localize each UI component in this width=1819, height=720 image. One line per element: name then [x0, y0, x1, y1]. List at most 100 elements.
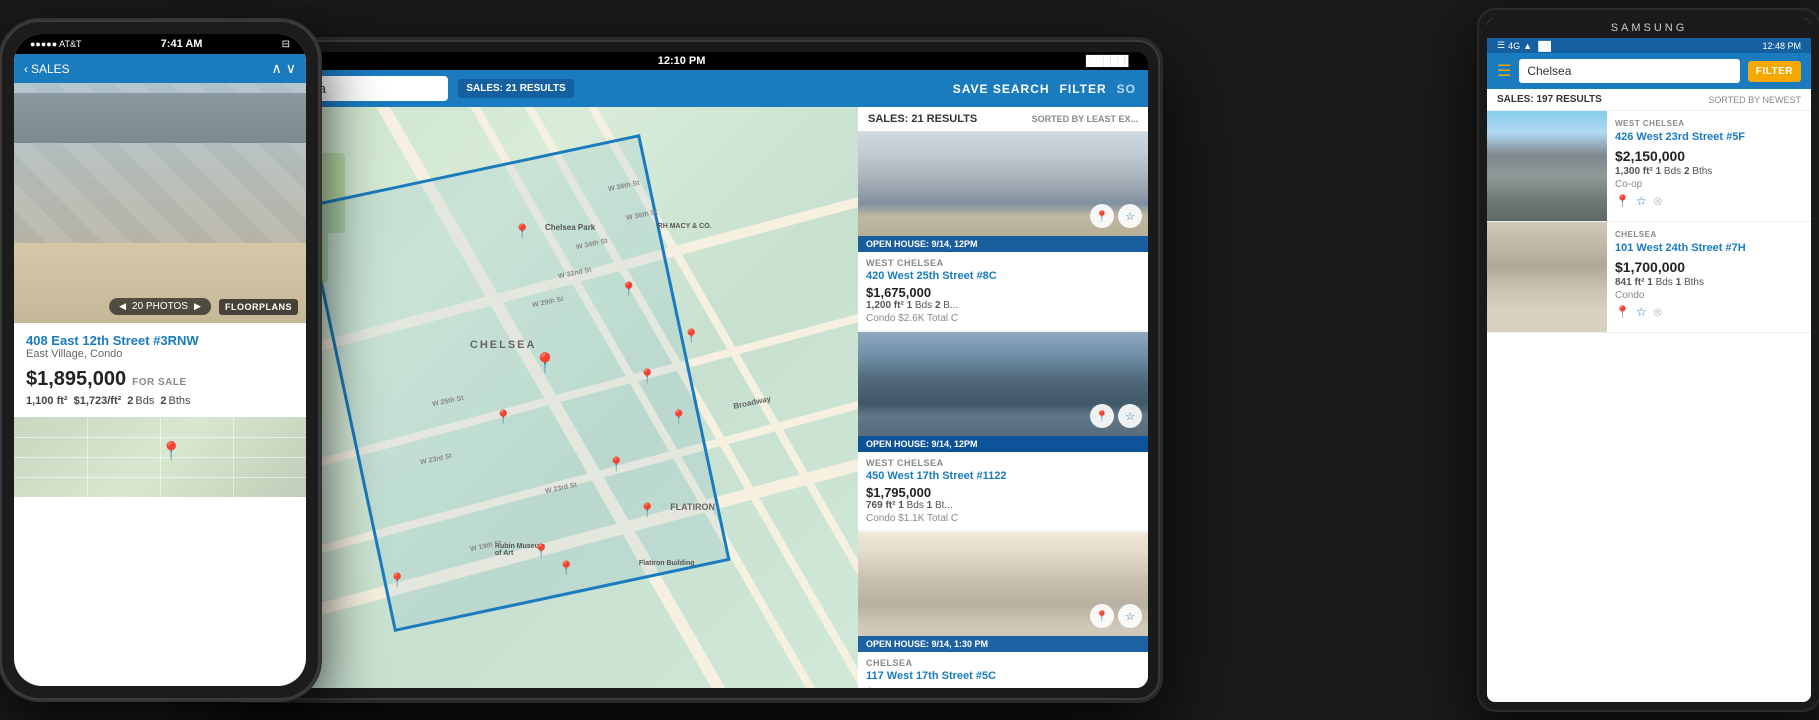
android-filter-button[interactable]: FILTER [1748, 61, 1801, 82]
android-card-actions: 📍 ☆ ⊗ [1615, 305, 1803, 319]
map-pin-2[interactable]: 📍 [620, 281, 637, 298]
listings-results-count: SALES: 21 RESULTS [868, 113, 977, 125]
property-photo [858, 132, 1148, 252]
filter-button[interactable]: FILTER [1060, 82, 1107, 96]
nav-down-icon[interactable]: ∨ [286, 60, 296, 77]
android-search-input[interactable]: Chelsea [1519, 59, 1739, 83]
card-type: Condo $2.6K Total C [866, 313, 1140, 324]
map-pin-8[interactable]: 📍 [639, 502, 656, 519]
floorplan-badge[interactable]: FLOORPLANS [219, 299, 298, 315]
ipad-results-badge: SALES: 21 RESULTS [458, 79, 573, 98]
listing-card[interactable]: 📍 ☆ OPEN HOUSE: 9/14, 12PM WEST CHELSEA … [858, 132, 1148, 330]
android-pin-icon[interactable]: 📍 [1615, 194, 1630, 208]
photo-count-label: 20 PHOTOS [132, 301, 188, 312]
listings-sort-label: SORTED BY LEAST EX... [1032, 114, 1138, 124]
location-pin-button[interactable]: 📍 [1090, 604, 1114, 628]
listing-price: $1,895,000 [26, 368, 126, 391]
card-sqft: 1,200 ft² [866, 300, 904, 311]
android-time: 12:48 PM [1762, 41, 1801, 51]
save-button[interactable]: ☆ [1118, 604, 1142, 628]
map-pin-primary[interactable]: 📍 [160, 441, 182, 462]
android-specs: 1,300 ft² 1 Bds 2 Bths [1615, 166, 1803, 177]
listing-card-photo: 📍 ☆ OPEN HOUSE: 9/14, 12PM [858, 132, 1148, 252]
map-pin-1[interactable]: 📍 [514, 223, 531, 240]
open-house-badge: OPEN HOUSE: 9/14, 12PM [858, 436, 1148, 452]
property-photo [858, 532, 1148, 652]
bds-text: Bds [915, 300, 935, 311]
android-address[interactable]: 426 West 23rd Street #5F [1615, 130, 1803, 144]
kitchen-cabinets [14, 93, 306, 143]
map-pin-10[interactable]: 📍 [558, 560, 575, 577]
map-pin-selected[interactable]: 📍 [532, 351, 557, 376]
beds-value: 2 [127, 395, 133, 407]
android-listings: WEST CHELSEA 426 West 23rd Street #5F $2… [1487, 111, 1811, 702]
nav-back-label: SALES [31, 62, 70, 76]
location-pin-button[interactable]: 📍 [1090, 404, 1114, 428]
ipad-toolbar: ☰ Chelsea SALES: 21 RESULTS SAVE SEARCH … [232, 70, 1148, 107]
price-per-sqft-detail: $1,723/ft² [74, 395, 122, 407]
android-save-icon[interactable]: ☆ [1636, 305, 1647, 319]
android-listing-card[interactable]: WEST CHELSEA 426 West 23rd Street #5F $2… [1487, 111, 1811, 222]
save-button[interactable]: ☆ [1118, 404, 1142, 428]
listing-info: 408 East 12th Street #3RNW East Village,… [14, 323, 306, 417]
listing-card[interactable]: 📍 ☆ OPEN HOUSE: 9/14, 1:30 PM CHELSEA 11… [858, 532, 1148, 688]
card-baths: 1 [927, 500, 933, 511]
save-search-button[interactable]: SAVE SEARCH [953, 82, 1050, 96]
card-address[interactable]: 420 West 25th Street #8C [866, 270, 1140, 282]
android-card-info: WEST CHELSEA 426 West 23rd Street #5F $2… [1607, 111, 1811, 221]
android-neighborhood: WEST CHELSEA [1615, 119, 1803, 128]
map-pin-3[interactable]: 📍 [683, 328, 700, 345]
property-photo [858, 332, 1148, 452]
map-pin-5[interactable]: 📍 [670, 409, 687, 426]
save-button[interactable]: ☆ [1118, 204, 1142, 228]
baths-label: Bths [169, 395, 191, 407]
android-type: Co-op [1615, 179, 1803, 190]
photo-count-badge[interactable]: ◀ 20 PHOTOS ▶ [109, 298, 211, 315]
listing-card-info: WEST CHELSEA 420 West 25th Street #8C $1… [858, 252, 1148, 330]
map-pin-6[interactable]: 📍 [495, 409, 512, 426]
location-pin-button[interactable]: 📍 [1090, 204, 1114, 228]
android-listing-card[interactable]: CHELSEA 101 West 24th Street #7H $1,700,… [1487, 222, 1811, 333]
card-price: $1,795,000 [866, 485, 1140, 500]
card-address[interactable]: 450 West 17th Street #1122 [866, 470, 1140, 482]
card-neighborhood: CHELSEA [866, 658, 1140, 668]
android-remove-icon[interactable]: ⊗ [1653, 305, 1663, 319]
map-pin-7[interactable]: 📍 [608, 456, 625, 473]
listing-for-sale-label: FOR SALE [132, 377, 187, 388]
nav-arrows: ∧ ∨ [272, 60, 297, 77]
action-icons: 📍 ☆ [1090, 204, 1142, 228]
photo-next-icon[interactable]: ▶ [194, 301, 201, 312]
android-results-count: SALES: 197 RESULTS [1497, 94, 1602, 105]
android-address[interactable]: 101 West 24th Street #7H [1615, 241, 1803, 255]
photo-prev-icon[interactable]: ◀ [119, 301, 126, 312]
listing-card[interactable]: 📍 ☆ OPEN HOUSE: 9/14, 12PM WEST CHELSEA … [858, 332, 1148, 530]
android-save-icon[interactable]: ☆ [1636, 194, 1647, 208]
nav-up-icon[interactable]: ∧ [272, 60, 282, 77]
iphone-map-strip[interactable]: 📍 [14, 417, 306, 497]
map-pin-11[interactable]: 📍 [389, 572, 406, 589]
android-status-bar: ☰ 4G ▲ ▐█▌ 12:48 PM [1487, 38, 1811, 53]
ipad-listings-panel: SALES: 21 RESULTS SORTED BY LEAST EX... … [858, 107, 1148, 688]
card-type: Condo $1.1K Total C [866, 513, 1140, 524]
card-price: $1,675,000 [866, 285, 1140, 300]
listings-header: SALES: 21 RESULTS SORTED BY LEAST EX... [858, 107, 1148, 132]
sort-button[interactable]: SO [1117, 82, 1136, 96]
ipad-map[interactable]: Hudson River ParkPier 66A Hudson River P… [232, 107, 858, 688]
map-pin-9[interactable]: 📍 [532, 543, 549, 560]
android-device: SAMSUNG ☰ 4G ▲ ▐█▌ 12:48 PM ☰ Chelsea FI… [1479, 10, 1819, 710]
listing-card-info: WEST CHELSEA 450 West 17th Street #1122 … [858, 452, 1148, 530]
samsung-brand-bar: SAMSUNG [1487, 18, 1811, 38]
android-4g-icon: 4G [1508, 41, 1520, 51]
map-pin-4[interactable]: 📍 [639, 368, 656, 385]
android-menu-icon[interactable]: ☰ [1497, 61, 1511, 81]
baths-detail: 2 Bths [160, 395, 190, 407]
android-pin-icon[interactable]: 📍 [1615, 305, 1630, 319]
android-remove-icon[interactable]: ⊗ [1653, 194, 1663, 208]
action-icons: 📍 ☆ [1090, 604, 1142, 628]
card-price: $1,799,000 [866, 685, 1140, 688]
iphone-status-bar: ●●●●● AT&T 7:41 AM ⊟ [14, 34, 306, 54]
back-button[interactable]: ‹ SALES [24, 62, 70, 76]
beds-detail: 2 Bds [127, 395, 154, 407]
map-label-flatiron-bldg: Flatiron Building [639, 560, 695, 567]
card-address[interactable]: 117 West 17th Street #5C [866, 670, 1140, 682]
